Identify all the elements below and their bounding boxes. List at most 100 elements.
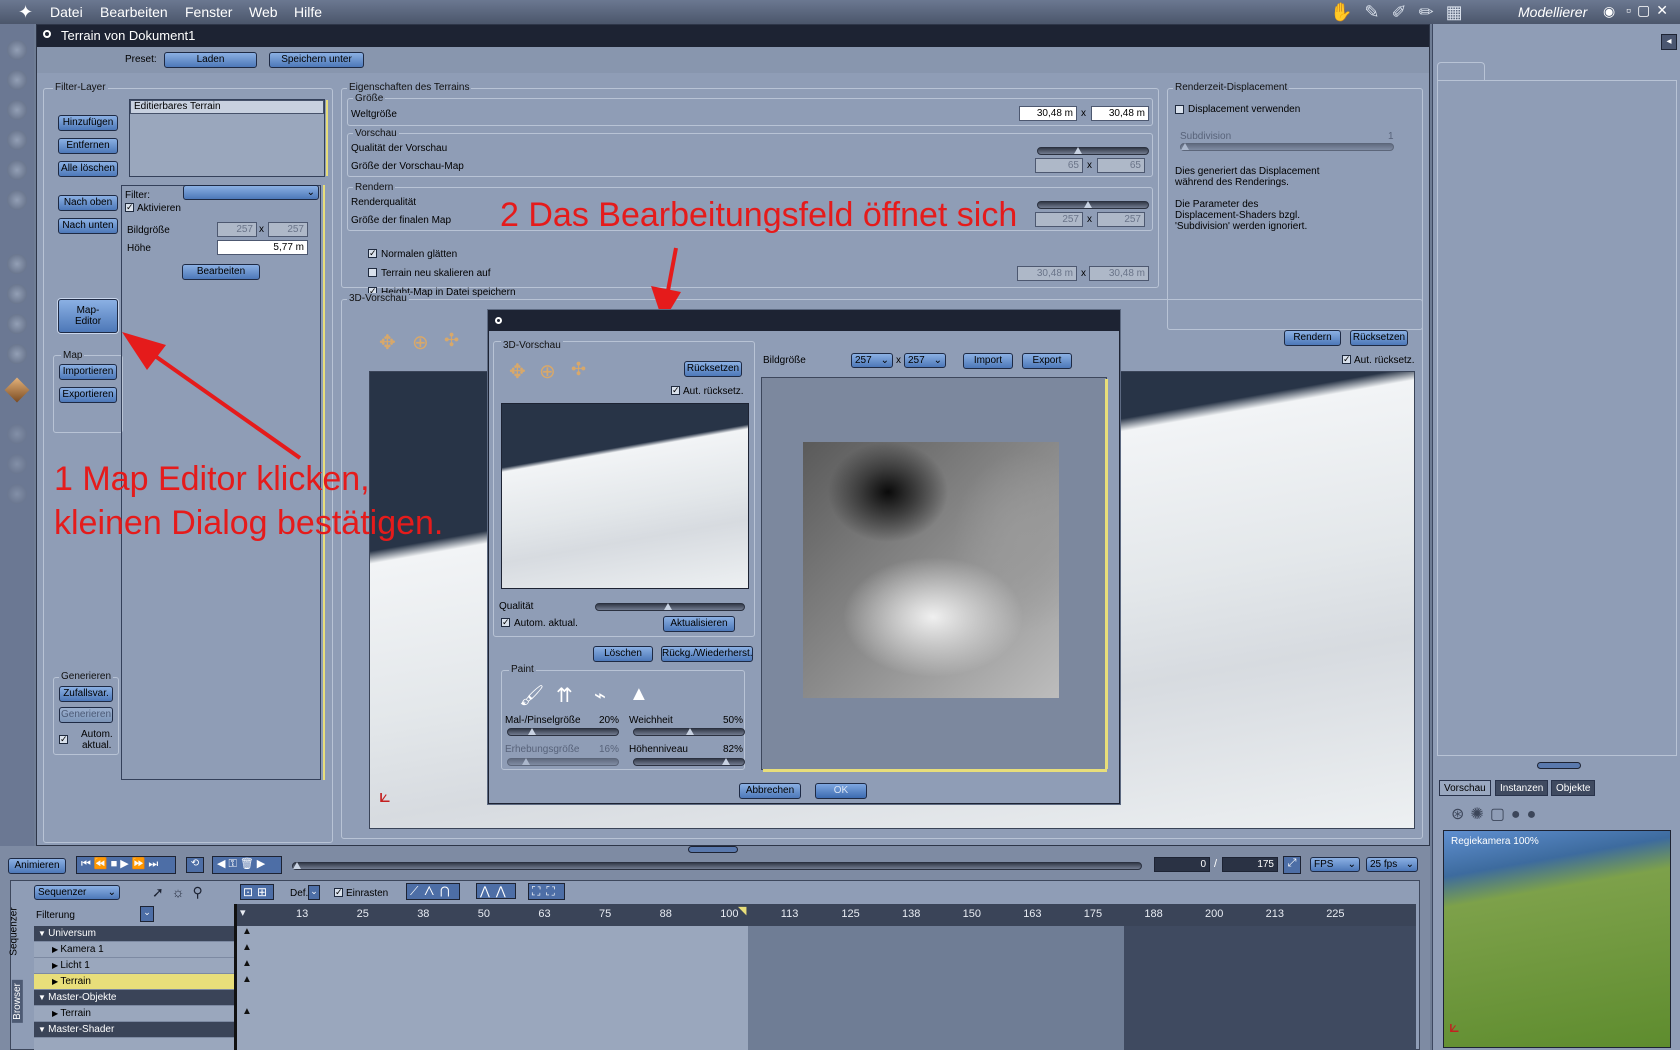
dialog-reset-button[interactable]: Rücksetzen xyxy=(684,361,742,377)
raise-terrain-icon[interactable]: ⇈ xyxy=(556,683,573,708)
track-row[interactable]: ▶ Terrain xyxy=(34,974,234,990)
timeline-tick: 163 xyxy=(1023,908,1042,920)
slider-thumb[interactable] xyxy=(686,728,694,735)
browser-side-tab[interactable]: Browser xyxy=(11,980,23,1023)
track-row[interactable]: ▼ Master-Objekte xyxy=(34,990,234,1006)
animate-button[interactable]: Animieren xyxy=(8,858,66,874)
dialog-size-height-select[interactable]: 257 ⌄ xyxy=(904,353,946,368)
slider-thumb[interactable] xyxy=(664,603,672,610)
tab-instanzen[interactable]: Instanzen xyxy=(1495,780,1549,796)
expand-down-icon[interactable]: ▼ xyxy=(38,929,48,938)
annotation-1-line-2: kleinen Dialog bestätigen. xyxy=(54,504,444,542)
playhead-marker-icon[interactable]: ▾ xyxy=(240,906,246,919)
keyframe-icon[interactable]: ▲ xyxy=(242,974,252,985)
scene-preview[interactable] xyxy=(1443,830,1671,1048)
fps-label-select[interactable]: FPS ⌄ xyxy=(1310,857,1360,872)
height-level-slider[interactable] xyxy=(633,758,745,766)
track-row[interactable]: ▼ Universum xyxy=(34,926,234,942)
dialog-auto-reset-checkbox[interactable]: ✓ xyxy=(671,386,680,395)
keyframe-icon[interactable]: ▲ xyxy=(242,942,252,953)
timeline-tick: 75 xyxy=(599,908,612,920)
filter-label: Filterung xyxy=(36,910,75,921)
timeline-header[interactable]: ▾ ◥ 13 25 38 50 63 75 88 100 113 125 138 150 163 175 1… xyxy=(236,904,1416,926)
keyframe-icon[interactable]: ▲ xyxy=(242,1006,252,1017)
sequencer-side-tab[interactable]: Sequenzer xyxy=(9,907,20,955)
expand-down-icon[interactable]: ▼ xyxy=(38,993,48,1002)
sequencer-select[interactable]: Sequenzer ⌄ xyxy=(34,885,120,900)
time-scrubber[interactable] xyxy=(292,862,1142,870)
dialog-3d-preview[interactable] xyxy=(501,403,749,589)
dialog-ok-button[interactable]: OK xyxy=(815,783,867,799)
dialog-delete-button[interactable]: Löschen xyxy=(593,646,653,662)
dialog-quality-slider[interactable] xyxy=(595,603,745,611)
current-frame-field[interactable]: 0 xyxy=(1154,857,1210,872)
track-row[interactable]: ▶ Kamera 1 xyxy=(34,942,234,958)
chevron-down-icon: ⌄ xyxy=(1347,859,1356,870)
softness-slider[interactable] xyxy=(633,728,745,736)
def-dropdown-icon[interactable]: ⌄ xyxy=(308,885,320,900)
interpolation-icons[interactable]: ⟋⋀⋂ xyxy=(406,883,460,900)
dialog-import-button[interactable]: Import xyxy=(963,353,1013,369)
library-panel xyxy=(1437,80,1677,756)
slider-thumb[interactable] xyxy=(722,758,730,765)
dialog-update-button[interactable]: Aktualisieren xyxy=(663,616,735,632)
fit-icon[interactable]: ⤢ xyxy=(1283,856,1301,874)
end-marker-icon[interactable]: ◥ xyxy=(738,904,746,917)
curve-icons[interactable]: ⋀⋀ xyxy=(476,883,516,899)
heightmap-canvas[interactable] xyxy=(803,442,1059,698)
seq-zoom-icons[interactable]: ⊡⊞ xyxy=(240,884,275,900)
dialog-close-icon[interactable] xyxy=(495,317,502,324)
keyframe-icon[interactable]: ▲ xyxy=(242,958,252,969)
track-row[interactable]: ▼ Master-Shader xyxy=(34,1022,234,1038)
eye-icon[interactable]: ◉ xyxy=(1603,3,1615,20)
keyframe-controls[interactable]: ◀⚿🗑▶ xyxy=(212,856,282,874)
tab-objekte[interactable]: Objekte xyxy=(1551,780,1596,796)
fps-value-select[interactable]: 25 fps ⌄ xyxy=(1366,857,1418,872)
elevation-slider xyxy=(507,758,619,766)
timeline-tick: 25 xyxy=(356,908,369,920)
tab-vorschau[interactable]: Vorschau xyxy=(1439,780,1491,796)
dialog-auto-update-checkbox[interactable]: ✓ xyxy=(501,618,510,627)
playhead-line xyxy=(234,904,237,1050)
heightmap-vscrollbar[interactable] xyxy=(1105,379,1108,769)
dialog-titlebar[interactable] xyxy=(489,311,1119,331)
track-row[interactable]: ▶ Licht 1 xyxy=(34,958,234,974)
library-tab[interactable] xyxy=(1437,62,1485,80)
brush-size-slider[interactable] xyxy=(507,728,619,736)
timeline-expand-handle[interactable] xyxy=(688,846,738,853)
slider-thumb[interactable] xyxy=(293,862,301,869)
slider-thumb[interactable] xyxy=(528,728,536,735)
peak-terrain-icon[interactable]: ▲ xyxy=(629,683,649,706)
snap-checkbox[interactable]: ✓ xyxy=(334,888,343,897)
loop-icon[interactable]: ⟲ xyxy=(186,857,204,873)
dialog-export-button[interactable]: Export xyxy=(1022,353,1072,369)
softness-label: Weichheit xyxy=(629,715,673,726)
timeline-tick: 138 xyxy=(902,908,921,920)
key-icons[interactable]: ⛶⛶ xyxy=(528,883,565,900)
dialog-rotate-icon[interactable]: ⊕ xyxy=(539,359,556,384)
timeline-tick: 50 xyxy=(477,908,491,920)
preview-toolbar-icons[interactable]: ⊛✺▢●● xyxy=(1451,804,1542,824)
splitter-handle[interactable] xyxy=(1537,762,1581,769)
dialog-size-width-select[interactable]: 257 ⌄ xyxy=(851,353,893,368)
heightmap-hscrollbar[interactable] xyxy=(763,769,1107,772)
smooth-terrain-icon[interactable]: ⌁ xyxy=(594,683,606,708)
dialog-move-icon[interactable]: ✥ xyxy=(509,359,526,384)
timeline-tick: 88 xyxy=(659,908,672,920)
track-row[interactable]: ▶ Terrain xyxy=(34,1006,234,1022)
seq-tool-icons[interactable]: ➚☼⚲ xyxy=(152,884,211,901)
filter-dropdown-icon[interactable]: ⌄ xyxy=(140,906,154,922)
mode-label[interactable]: Modellierer xyxy=(1518,4,1587,20)
window-controls[interactable]: ▫▢✕ xyxy=(1626,2,1674,19)
keyframe-icon[interactable]: ▲ xyxy=(242,926,252,937)
dialog-pan-icon[interactable]: ✣ xyxy=(571,359,586,380)
chevron-down-icon: ⌄ xyxy=(933,355,942,366)
expand-down-icon[interactable]: ▼ xyxy=(38,1025,48,1034)
playback-controls[interactable]: ⏮⏪■▶⏩⏭ xyxy=(76,856,176,874)
dialog-cancel-button[interactable]: Abbrechen xyxy=(739,783,801,799)
dialog-undo-button[interactable]: Rückg./Wiederherst. xyxy=(661,646,753,662)
total-frames-field[interactable]: 175 xyxy=(1222,857,1278,872)
panel-toggle-icon[interactable]: ◂ xyxy=(1661,34,1677,50)
dialog-auto-update-label: Autom. aktual. xyxy=(514,618,578,629)
paint-brush-icon[interactable]: 🖌 xyxy=(519,683,544,708)
